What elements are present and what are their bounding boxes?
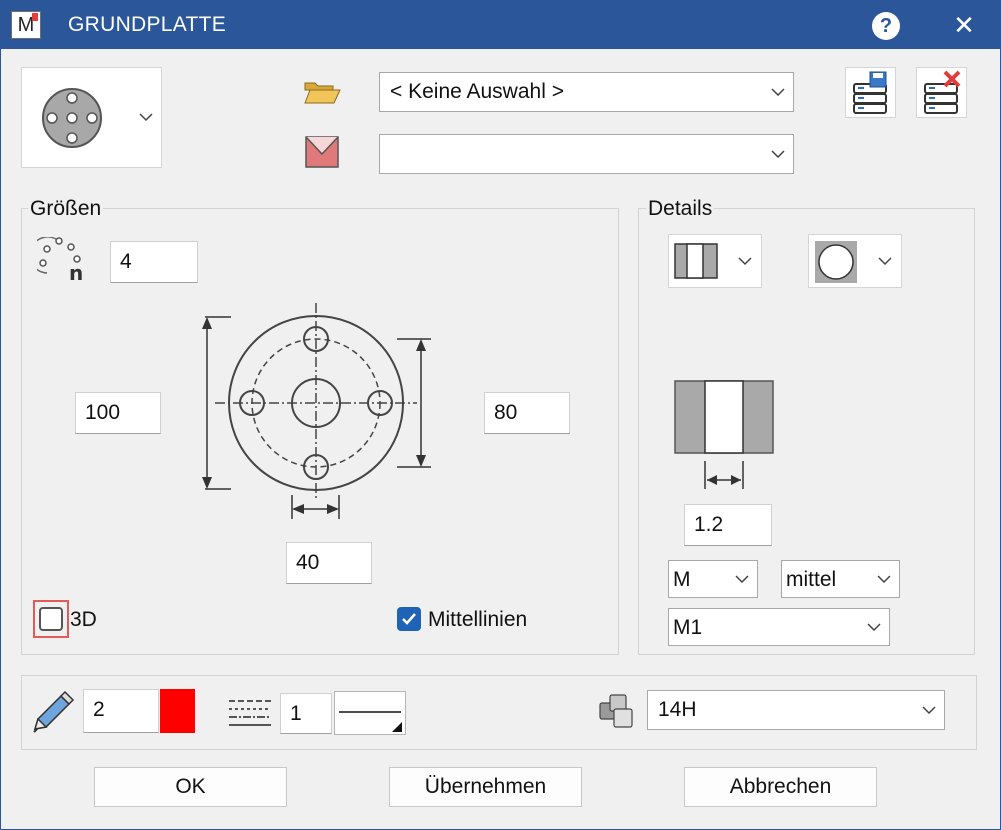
- hole-count-input[interactable]: 4: [110, 241, 198, 283]
- save-favorite-button[interactable]: [845, 67, 896, 118]
- shape-selector[interactable]: [21, 67, 162, 168]
- dialog-window: M GRUNDPLATTE ? ✕ < Keine Auswahl > Größ…: [0, 0, 1001, 830]
- line-style-selector[interactable]: [334, 691, 406, 735]
- height-input[interactable]: 100: [75, 392, 161, 434]
- style-combo-value: < Keine Auswahl >: [390, 80, 564, 103]
- database-delete-icon: [924, 70, 961, 114]
- solid-line-icon: [339, 711, 402, 732]
- chevron-down-icon: [877, 575, 891, 583]
- type-dropdown-value: M1: [673, 616, 703, 639]
- hole-count-icon: n: [37, 237, 83, 283]
- help-button[interactable]: ?: [872, 12, 900, 40]
- line-type-icon: [229, 700, 271, 726]
- close-button[interactable]: ✕: [949, 9, 979, 41]
- baseplate-diagram: [202, 303, 431, 519]
- cancel-button[interactable]: Abbrechen: [684, 767, 877, 807]
- type-dropdown[interactable]: M1: [668, 608, 890, 646]
- 3d-checkbox[interactable]: [39, 607, 63, 631]
- apply-button[interactable]: Übernehmen: [389, 767, 582, 807]
- pen-color-swatch[interactable]: [160, 689, 195, 733]
- quality-dropdown[interactable]: mittel: [781, 560, 900, 598]
- thickness-input[interactable]: 1.2: [684, 504, 772, 546]
- second-combo[interactable]: [379, 134, 794, 174]
- baseplate-shape-icon: [42, 88, 153, 148]
- app-icon: M: [11, 11, 41, 39]
- chevron-down-icon: [735, 575, 749, 583]
- chevron-down-icon: [771, 150, 785, 158]
- centerlines-checkbox-label[interactable]: Mittellinien: [428, 608, 527, 632]
- folder-open-icon[interactable]: [303, 79, 341, 105]
- checkmark-icon: [402, 613, 416, 625]
- title-bar: M GRUNDPLATTE ? ✕: [1, 1, 1000, 49]
- thread-dropdown-value: M: [673, 568, 691, 591]
- pen-icon: [33, 691, 75, 733]
- line-type-input[interactable]: 1: [280, 693, 332, 734]
- svg-text:n: n: [69, 261, 83, 283]
- hole-diameter-input[interactable]: 40: [286, 542, 372, 584]
- details-group-label: Details: [646, 197, 715, 221]
- chevron-down-icon: [771, 88, 785, 96]
- section-type-dropdown[interactable]: [668, 234, 762, 288]
- groessen-group-label: Größen: [28, 197, 104, 221]
- ok-button[interactable]: OK: [94, 767, 287, 807]
- layer-dropdown-value: 14H: [658, 698, 697, 721]
- layer-icon: [599, 694, 633, 728]
- centerlines-checkbox[interactable]: [397, 607, 421, 631]
- pen-input[interactable]: 2: [83, 689, 159, 733]
- chevron-down-icon: [867, 623, 881, 631]
- circle-contour-icon: [815, 241, 892, 283]
- dialog-title: GRUNDPLATTE: [68, 13, 227, 36]
- thickness-diagram: [674, 380, 774, 489]
- delete-favorite-button[interactable]: [916, 67, 967, 118]
- thread-dropdown[interactable]: M: [668, 560, 758, 598]
- hole-spacing-input[interactable]: 80: [484, 392, 570, 434]
- layer-dropdown[interactable]: 14H: [647, 690, 945, 730]
- chevron-down-icon: [922, 706, 936, 714]
- database-save-icon: [853, 71, 887, 114]
- 3d-checkbox-label[interactable]: 3D: [70, 608, 97, 632]
- section-type-icon: [674, 243, 752, 279]
- quality-dropdown-value: mittel: [786, 568, 837, 591]
- style-combo[interactable]: < Keine Auswahl >: [379, 72, 794, 112]
- surface-style-icon[interactable]: [305, 136, 339, 168]
- contour-type-dropdown[interactable]: [808, 234, 902, 288]
